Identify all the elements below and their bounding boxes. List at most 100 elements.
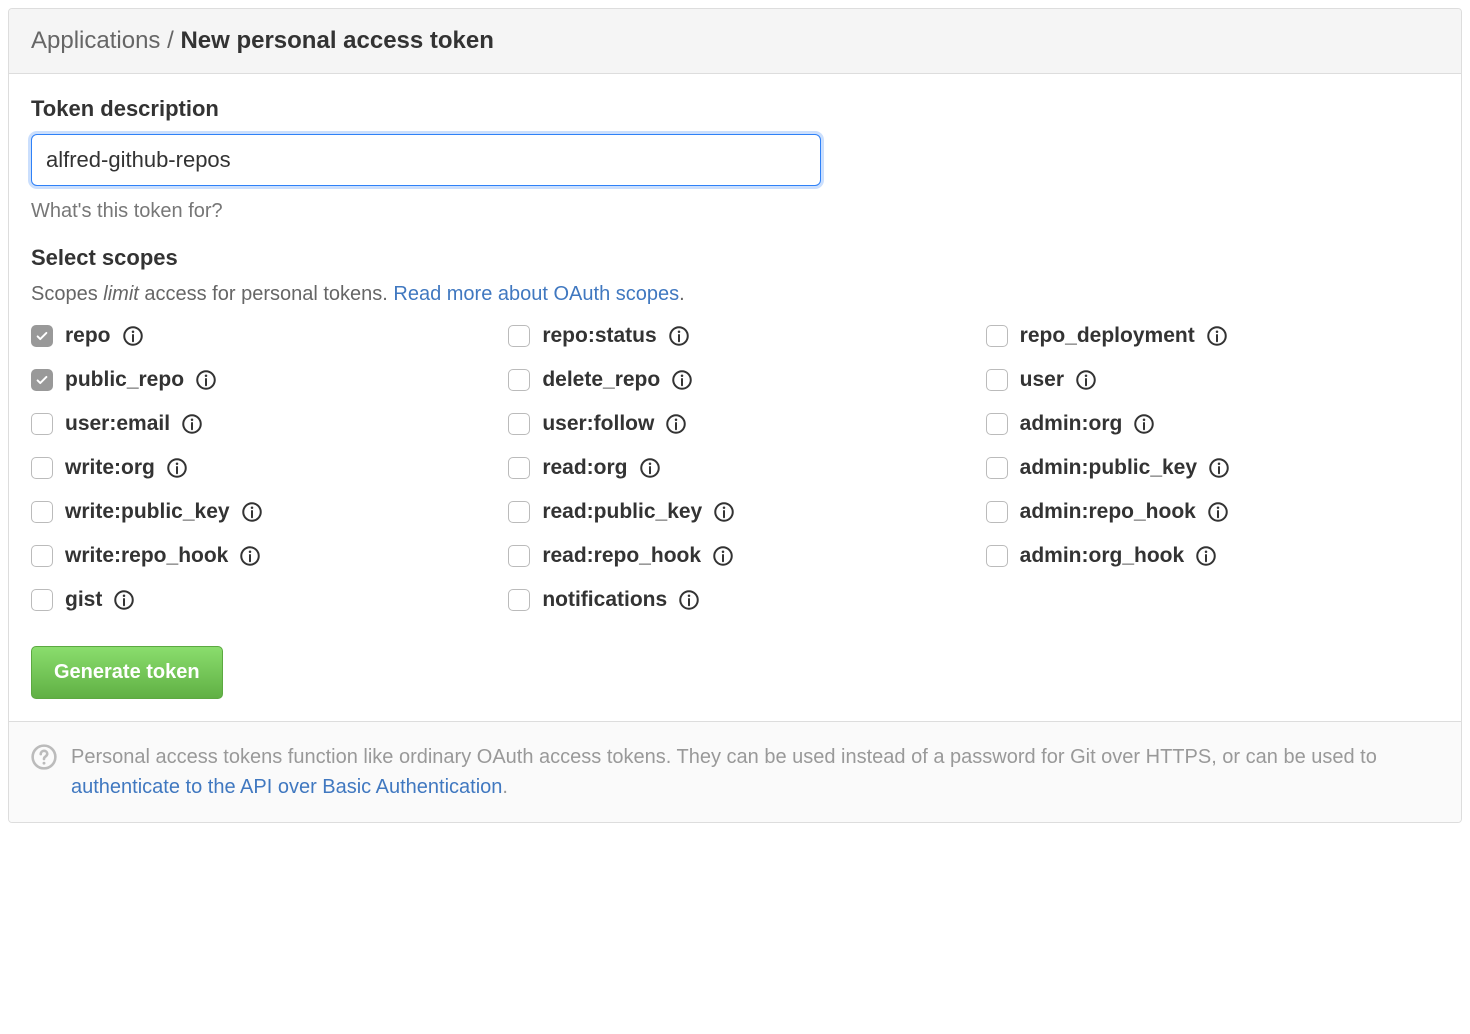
- info-icon[interactable]: [242, 502, 262, 522]
- scope-checkbox[interactable]: [508, 545, 530, 567]
- scope-checkbox[interactable]: [508, 413, 530, 435]
- breadcrumb-current: New personal access token: [180, 27, 493, 54]
- scope-label: admin:public_key: [1020, 456, 1197, 480]
- scope-checkbox[interactable]: [31, 369, 53, 391]
- info-icon[interactable]: [1207, 326, 1227, 346]
- scope-label: user: [1020, 368, 1064, 392]
- footer-text: Personal access tokens function like ord…: [71, 742, 1439, 802]
- scope-checkbox[interactable]: [31, 325, 53, 347]
- breadcrumb: Applications / New personal access token: [9, 9, 1461, 74]
- scope-checkbox[interactable]: [986, 545, 1008, 567]
- footer-text-before: Personal access tokens function like ord…: [71, 746, 1377, 768]
- scope-label: user:follow: [542, 412, 654, 436]
- info-icon[interactable]: [1209, 458, 1229, 478]
- info-icon[interactable]: [672, 370, 692, 390]
- footer-text-after: .: [502, 776, 508, 798]
- scope-user-email[interactable]: user:email: [31, 412, 484, 436]
- scope-repo-deployment[interactable]: repo_deployment: [986, 324, 1439, 348]
- info-icon[interactable]: [679, 590, 699, 610]
- scope-checkbox[interactable]: [31, 457, 53, 479]
- info-icon[interactable]: [196, 370, 216, 390]
- scopes-intro-text2: access for personal tokens.: [139, 283, 394, 305]
- breadcrumb-separator: /: [160, 27, 180, 54]
- scope-admin-repo-hook[interactable]: admin:repo_hook: [986, 500, 1439, 524]
- info-icon[interactable]: [713, 546, 733, 566]
- breadcrumb-root[interactable]: Applications: [31, 27, 160, 54]
- scope-checkbox[interactable]: [986, 501, 1008, 523]
- oauth-scopes-link[interactable]: Read more about OAuth scopes: [393, 283, 679, 305]
- scope-checkbox[interactable]: [31, 545, 53, 567]
- scope-admin-public-key[interactable]: admin:public_key: [986, 456, 1439, 480]
- scope-user-follow[interactable]: user:follow: [508, 412, 961, 436]
- scope-checkbox[interactable]: [508, 501, 530, 523]
- scope-user[interactable]: user: [986, 368, 1439, 392]
- info-icon[interactable]: [666, 414, 686, 434]
- scope-checkbox[interactable]: [986, 457, 1008, 479]
- scope-read-public-key[interactable]: read:public_key: [508, 500, 961, 524]
- scope-checkbox[interactable]: [31, 501, 53, 523]
- token-description-input[interactable]: [31, 134, 821, 186]
- scopes-intro-text: Scopes: [31, 283, 103, 305]
- scope-admin-org-hook[interactable]: admin:org_hook: [986, 544, 1439, 568]
- scope-checkbox[interactable]: [986, 369, 1008, 391]
- scope-label: repo_deployment: [1020, 324, 1195, 348]
- scope-repo-status[interactable]: repo:status: [508, 324, 961, 348]
- scope-label: repo:status: [542, 324, 656, 348]
- generate-token-button[interactable]: Generate token: [31, 646, 223, 699]
- scope-label: write:org: [65, 456, 155, 480]
- scope-checkbox[interactable]: [508, 369, 530, 391]
- scope-checkbox[interactable]: [508, 325, 530, 347]
- scope-label: write:repo_hook: [65, 544, 228, 568]
- info-icon[interactable]: [1208, 502, 1228, 522]
- info-icon[interactable]: [167, 458, 187, 478]
- scope-label: admin:org: [1020, 412, 1123, 436]
- scope-label: read:org: [542, 456, 627, 480]
- info-icon[interactable]: [182, 414, 202, 434]
- scope-public-repo[interactable]: public_repo: [31, 368, 484, 392]
- scope-checkbox[interactable]: [508, 589, 530, 611]
- scopes-grid: repo repo:status repo_deployment public_rep…: [31, 324, 1439, 612]
- scope-admin-org[interactable]: admin:org: [986, 412, 1439, 436]
- scope-repo[interactable]: repo: [31, 324, 484, 348]
- scope-checkbox[interactable]: [986, 413, 1008, 435]
- info-icon[interactable]: [640, 458, 660, 478]
- scope-label: user:email: [65, 412, 170, 436]
- select-scopes-label: Select scopes: [31, 245, 1439, 271]
- scope-checkbox[interactable]: [986, 325, 1008, 347]
- scopes-intro: Scopes limit access for personal tokens.…: [31, 283, 1439, 306]
- token-description-hint: What's this token for?: [31, 200, 1439, 223]
- scope-write-org[interactable]: write:org: [31, 456, 484, 480]
- info-icon[interactable]: [669, 326, 689, 346]
- scope-label: delete_repo: [542, 368, 660, 392]
- info-icon[interactable]: [123, 326, 143, 346]
- scope-label: read:repo_hook: [542, 544, 701, 568]
- help-icon: [31, 744, 57, 770]
- scope-label: gist: [65, 588, 102, 612]
- info-icon[interactable]: [240, 546, 260, 566]
- token-description-label: Token description: [31, 96, 1439, 122]
- info-icon[interactable]: [114, 590, 134, 610]
- scope-checkbox[interactable]: [31, 413, 53, 435]
- scope-delete-repo[interactable]: delete_repo: [508, 368, 961, 392]
- scope-notifications[interactable]: notifications: [508, 588, 961, 612]
- settings-panel: Applications / New personal access token…: [8, 8, 1462, 823]
- footer-auth-link[interactable]: authenticate to the API over Basic Authe…: [71, 776, 502, 798]
- scope-write-repo-hook[interactable]: write:repo_hook: [31, 544, 484, 568]
- scope-gist[interactable]: gist: [31, 588, 484, 612]
- scopes-intro-italic: limit: [103, 283, 139, 305]
- scope-label: notifications: [542, 588, 667, 612]
- scope-label: public_repo: [65, 368, 184, 392]
- scope-checkbox[interactable]: [508, 457, 530, 479]
- scope-label: read:public_key: [542, 500, 702, 524]
- panel-footer: Personal access tokens function like ord…: [9, 721, 1461, 822]
- info-icon[interactable]: [714, 502, 734, 522]
- scopes-intro-period: .: [679, 283, 685, 305]
- scope-write-public-key[interactable]: write:public_key: [31, 500, 484, 524]
- info-icon[interactable]: [1134, 414, 1154, 434]
- scope-checkbox[interactable]: [31, 589, 53, 611]
- scope-read-org[interactable]: read:org: [508, 456, 961, 480]
- info-icon[interactable]: [1076, 370, 1096, 390]
- scope-read-repo-hook[interactable]: read:repo_hook: [508, 544, 961, 568]
- info-icon[interactable]: [1196, 546, 1216, 566]
- scope-label: repo: [65, 324, 111, 348]
